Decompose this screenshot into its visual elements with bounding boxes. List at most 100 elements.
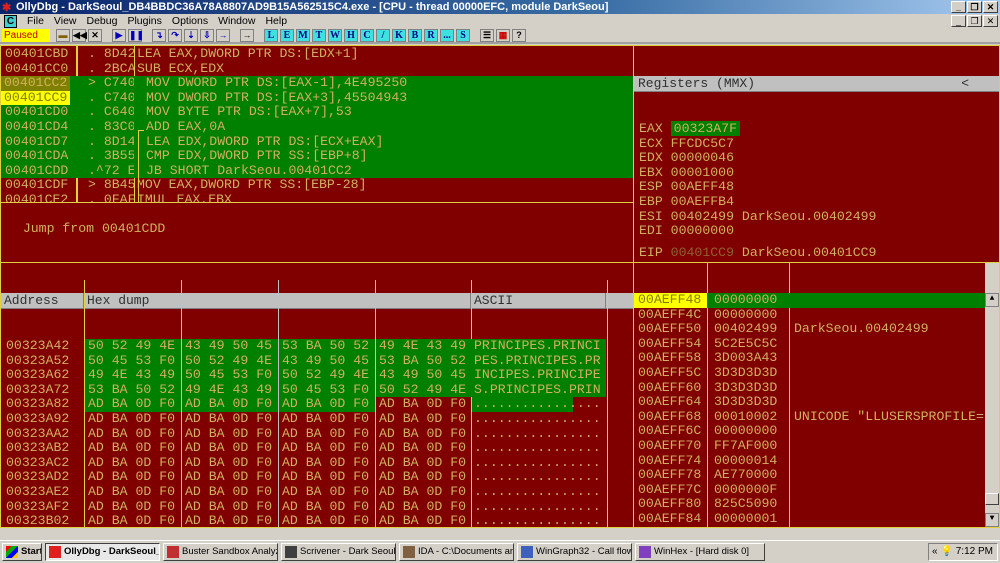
stack-row[interactable]: 00AEFF60 3D3D3D3D <box>634 380 999 396</box>
register-value[interactable]: 00402499 <box>671 209 734 224</box>
ascii-text[interactable]: ................ <box>474 397 601 412</box>
scroll-up-icon[interactable]: ▲ <box>985 293 999 307</box>
disasm-row[interactable]: 00401CDF > 8B45 MOV EAX,DWORD PTR SS:[EBP-… <box>1 178 633 193</box>
window-shortcut-6[interactable]: C <box>360 29 374 42</box>
ascii-text[interactable]: ................ <box>474 411 601 427</box>
step-over-icon[interactable]: ↷ <box>168 29 182 42</box>
menu-window[interactable]: Window <box>218 14 255 29</box>
dump-row[interactable]: 00323AC2 AD BA 0D F0 AD BA 0D F0 AD BA 0D F… <box>1 455 633 471</box>
hex-group[interactable]: AD BA 0D F0 <box>376 514 472 527</box>
hex-group[interactable]: AD BA 0D F0 <box>376 441 472 456</box>
hex-group[interactable]: 50 52 49 4E <box>376 382 472 398</box>
register-row[interactable]: EDX 00000046 <box>639 150 999 166</box>
child-minimize-button[interactable]: _ <box>951 15 966 27</box>
ascii-text[interactable]: ................ <box>474 470 601 485</box>
menu-plugins[interactable]: Plugins <box>127 14 161 29</box>
stack-row[interactable]: 00AEFF5C 3D3D3D3D <box>634 365 999 381</box>
register-row[interactable]: EAX 00323A7F <box>639 121 999 137</box>
disasm-row[interactable]: 00401CC9 . C740 MOV DWORD PTR DS:[EAX+3],4… <box>1 90 633 106</box>
hex-group[interactable]: AD BA 0D F0 <box>279 470 375 485</box>
hex-group[interactable]: AD BA 0D F0 <box>376 397 472 412</box>
execute-till-return-icon[interactable]: → <box>216 29 230 42</box>
tray-expand-icon[interactable]: « <box>929 544 938 560</box>
step-into-icon[interactable]: ↴ <box>152 29 166 42</box>
window-shortcut-2[interactable]: M <box>296 29 310 42</box>
open-icon[interactable]: ▬ <box>56 29 70 42</box>
hex-group[interactable]: AD BA 0D F0 <box>182 470 278 485</box>
taskbar-button-1[interactable]: Buster Sandbox Analyzer <box>163 543 278 561</box>
ascii-text[interactable]: ................ <box>474 484 601 500</box>
register-value[interactable]: 00AEFF48 <box>671 179 734 195</box>
hex-group[interactable]: AD BA 0D F0 <box>279 426 375 442</box>
hex-group[interactable]: AD BA 0D F0 <box>182 397 278 412</box>
window-shortcut-1[interactable]: E <box>280 29 294 42</box>
stack-row[interactable]: 00AEFF4C 00000000 <box>634 307 999 323</box>
minimize-button[interactable]: _ <box>951 1 966 13</box>
stack-row[interactable]: 00AEFF50 00402499 DarkSeou.00402499 <box>634 322 999 337</box>
menu-options[interactable]: Options <box>172 14 208 29</box>
child-restore-button[interactable]: ❐ <box>967 15 982 27</box>
register-value[interactable]: 00AEFFB4 <box>671 194 734 209</box>
window-shortcut-11[interactable]: ... <box>440 29 454 42</box>
register-row[interactable]: EBP 00AEFFB4 <box>639 194 999 210</box>
animate-over-icon[interactable]: ⇩ <box>200 29 214 42</box>
ascii-text[interactable]: PES.PRINCIPES.PR <box>474 353 601 369</box>
dump-row[interactable]: 00323AB2 AD BA 0D F0 AD BA 0D F0 AD BA 0D F… <box>1 441 633 456</box>
collapse-button[interactable]: < <box>961 76 969 91</box>
hex-group[interactable]: AD BA 0D F0 <box>182 484 278 500</box>
hex-group[interactable]: 53 BA 50 52 <box>279 338 375 354</box>
menu-help[interactable]: Help <box>265 14 287 29</box>
menu-view[interactable]: View <box>54 14 77 29</box>
hex-group[interactable]: AD BA 0D F0 <box>279 441 375 456</box>
hex-group[interactable]: AD BA 0D F0 <box>85 484 181 500</box>
disasm-row[interactable]: 00401CD0 . C640 MOV BYTE PTR DS:[EAX+7],53 <box>1 105 633 120</box>
tray-bulb-icon[interactable]: 💡 <box>941 546 953 557</box>
dump-row[interactable]: 00323A52 50 45 53 F0 50 52 49 4E 43 49 50 4… <box>1 353 633 369</box>
stack-row[interactable]: 00AEFF58 3D003A43 <box>634 351 999 366</box>
window-shortcut-10[interactable]: R <box>424 29 438 42</box>
disasm-row[interactable]: 00401CDD .^72 E JB SHORT DarkSeou.00401CC2 <box>1 163 633 179</box>
disassembly-pane[interactable]: 00401CBD . 8D42 LEA EAX,DWORD PTR DS:[EDX+… <box>0 45 634 203</box>
hex-group[interactable]: 49 4E 43 49 <box>182 382 278 398</box>
hex-group[interactable]: AD BA 0D F0 <box>85 397 181 412</box>
register-row-eip[interactable]: EIP 00401CC9 DarkSeou.00401CC9 <box>639 245 999 261</box>
hex-group[interactable]: 50 45 53 F0 <box>279 382 375 398</box>
hex-group[interactable]: AD BA 0D F0 <box>376 470 472 485</box>
stack-scrollbar[interactable]: ▲ ▼ <box>985 263 999 527</box>
dump-row[interactable]: 00323A92 AD BA 0D F0 AD BA 0D F0 AD BA 0D F… <box>1 411 633 427</box>
dump-row[interactable]: 00323AF2 AD BA 0D F0 AD BA 0D F0 AD BA 0D F… <box>1 499 633 515</box>
register-value[interactable]: 00401CC9 <box>671 245 734 260</box>
window-shortcut-5[interactable]: H <box>344 29 358 42</box>
stack-row[interactable]: 00AEFF80 825C5090 <box>634 497 999 512</box>
disasm-row[interactable]: 00401CBD . 8D42 LEA EAX,DWORD PTR DS:[EDX+… <box>1 46 633 62</box>
dump-header-address[interactable]: Address <box>1 293 84 308</box>
hex-group[interactable]: AD BA 0D F0 <box>85 455 181 471</box>
hex-group[interactable]: AD BA 0D F0 <box>85 411 181 427</box>
hex-group[interactable]: 43 49 50 45 <box>376 368 472 383</box>
taskbar-button-3[interactable]: IDA - C:\Documents and ... <box>399 543 514 561</box>
hex-group[interactable]: 49 4E 43 49 <box>376 338 472 354</box>
hex-group[interactable]: AD BA 0D F0 <box>85 499 181 515</box>
menu-debug[interactable]: Debug <box>87 14 118 29</box>
disasm-row[interactable]: 00401CC0 . 2BCA SUB ECX,EDX <box>1 61 633 77</box>
dump-row[interactable]: 00323A82 AD BA 0D F0 AD BA 0D F0 AD BA 0D F… <box>1 397 633 412</box>
animate-into-icon[interactable]: ⇣ <box>184 29 198 42</box>
stack-row[interactable]: 00AEFF48 00000000 <box>634 292 999 308</box>
stack-row[interactable]: 00AEFF64 3D3D3D3D <box>634 395 999 410</box>
hex-group[interactable]: 49 4E 43 49 <box>85 368 181 383</box>
dump-row[interactable]: 00323A72 53 BA 50 52 49 4E 43 49 50 45 53 F… <box>1 382 633 398</box>
dump-row[interactable]: 00323AD2 AD BA 0D F0 AD BA 0D F0 AD BA 0D F… <box>1 470 633 485</box>
window-shortcut-7[interactable]: / <box>376 29 390 42</box>
hex-group[interactable]: AD BA 0D F0 <box>376 411 472 427</box>
window-shortcut-9[interactable]: B <box>408 29 422 42</box>
ascii-text[interactable]: ................ <box>474 441 601 456</box>
disasm-row[interactable]: 00401CD7 . 8D14 LEA EDX,DWORD PTR DS:[ECX+… <box>1 134 633 150</box>
hex-group[interactable]: AD BA 0D F0 <box>182 514 278 527</box>
hex-group[interactable]: AD BA 0D F0 <box>182 455 278 471</box>
window-shortcut-12[interactable]: S <box>456 29 470 42</box>
hex-group[interactable]: 43 49 50 45 <box>279 353 375 369</box>
taskbar-button-2[interactable]: Scrivener - Dark Seoul A... <box>281 543 396 561</box>
hex-group[interactable]: 50 45 53 F0 <box>182 368 278 383</box>
dump-row[interactable]: 00323B02 AD BA 0D F0 AD BA 0D F0 AD BA 0D F… <box>1 514 633 527</box>
register-row[interactable]: EDI 00000000 <box>639 223 999 239</box>
